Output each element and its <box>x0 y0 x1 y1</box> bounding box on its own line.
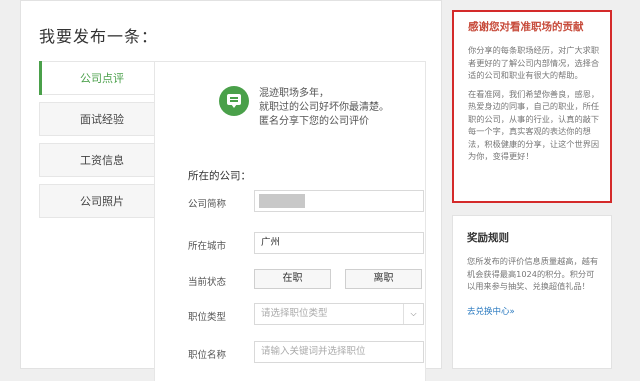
company-field[interactable] <box>254 190 424 212</box>
intro-line: 匿名分享下您的公司评价 <box>259 116 369 127</box>
tab-company-photos[interactable]: 公司照片 <box>39 184 165 218</box>
thanks-title: 感谢您对看准职场的贡献 <box>468 21 584 33</box>
publish-card: 我要发布一条： 公司点评 面试经验 工资信息 公司照片 混迹职场多年， 就职过的… <box>20 0 442 381</box>
section-label: 所在的公司： <box>188 170 251 182</box>
position-type-placeholder: 请选择职位类型 <box>261 308 328 319</box>
thanks-paragraph: 在看准网，我们希望你善良，感恩，热爱身边的同事，自己的职业，所任职的公司，从事的… <box>468 88 600 162</box>
status-resigned-button[interactable]: 离职 <box>345 269 422 289</box>
intro-line: 就职过的公司好坏你最清楚。 <box>259 102 389 113</box>
category-tabs: 公司点评 面试经验 工资信息 公司照片 <box>39 61 165 225</box>
tab-company-review[interactable]: 公司点评 <box>39 61 165 95</box>
redacted-company-name <box>259 194 305 208</box>
position-name-label: 职位名称 <box>188 350 227 361</box>
company-label: 公司简称 <box>188 199 227 210</box>
thanks-card: 感谢您对看准职场的贡献 你分享的每条职场经历，对广大求职者更好的了解公司内部情况… <box>452 10 612 203</box>
thanks-paragraph: 你分享的每条职场经历，对广大求职者更好的了解公司内部情况，选择合适的公司和职业有… <box>468 45 600 80</box>
city-label: 所在城市 <box>188 241 227 252</box>
chevron-down-icon: ⌵ <box>403 304 423 324</box>
status-employed-button[interactable]: 在职 <box>254 269 331 289</box>
reward-text: 您所发布的评价信息质量越高，越有机会获得最高1024的积分。积分可以用来参与抽奖… <box>467 256 599 291</box>
review-form-panel: 混迹职场多年， 就职过的公司好坏你最清楚。 匿名分享下您的公司评价 所在的公司：… <box>154 61 426 381</box>
tab-salary-info[interactable]: 工资信息 <box>39 143 165 177</box>
position-type-select[interactable]: 请选择职位类型 ⌵ <box>254 303 424 325</box>
status-label: 当前状态 <box>188 277 227 288</box>
position-name-input[interactable]: 请输入关键词并选择职位 <box>254 341 424 363</box>
page-title: 我要发布一条： <box>39 27 159 46</box>
tab-interview-experience[interactable]: 面试经验 <box>39 102 165 136</box>
city-field[interactable]: 广州 <box>254 232 424 254</box>
intro-line: 混迹职场多年， <box>259 88 329 99</box>
chat-bubble-icon <box>219 86 249 116</box>
position-type-label: 职位类型 <box>188 312 227 323</box>
intro-text: 混迹职场多年， 就职过的公司好坏你最清楚。 匿名分享下您的公司评价 <box>259 87 389 129</box>
exchange-center-link[interactable]: 去兑换中心» <box>467 307 515 317</box>
reward-title: 奖励规则 <box>467 232 509 244</box>
reward-rules-card: 奖励规则 您所发布的评价信息质量越高，越有机会获得最高1024的积分。积分可以用… <box>452 215 612 369</box>
